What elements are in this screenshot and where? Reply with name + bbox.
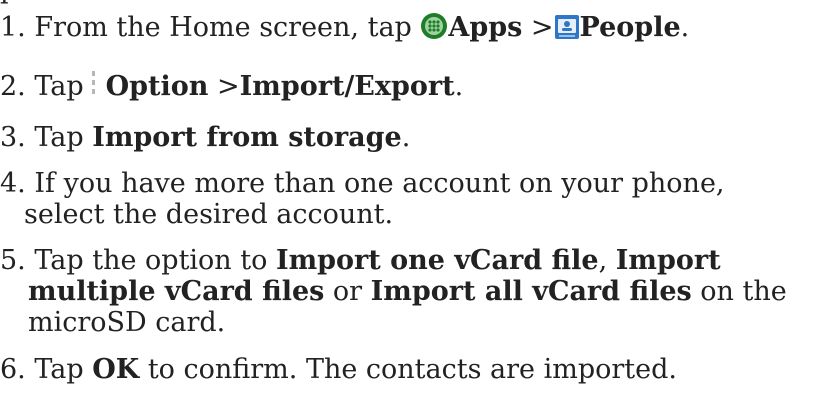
step-number: 6.	[0, 354, 26, 385]
step-text: Tap	[25, 71, 84, 102]
step-text: to confirm. The contacts are imported.	[139, 354, 677, 385]
import-contacts-steps: 1. From the Home screen, tap Apps > Peop…	[0, 0, 822, 407]
ok-label: OK	[92, 354, 140, 385]
step-text: select the desired account.	[24, 199, 394, 230]
step-number: 2.	[0, 71, 26, 102]
apps-grid-icon	[420, 12, 448, 40]
people-label: People	[579, 12, 681, 43]
step-text: Tap	[25, 354, 93, 385]
step-end: .	[401, 122, 411, 153]
step-number: 1.	[0, 12, 26, 43]
import-from-storage-label: Import from storage	[92, 122, 402, 153]
import-multiple-vcard-option-part-1: Import	[615, 245, 721, 276]
step-number: 5.	[0, 245, 26, 276]
import-export-label: Import/Export	[239, 71, 455, 102]
step-number: 3.	[0, 122, 26, 153]
option-menu-icon	[84, 69, 106, 101]
step-5-line-1: 5. Tap the option to Import one vCard fi…	[0, 245, 721, 277]
option-separator: or	[324, 276, 371, 307]
step-5-line-2: multiple vCard files or Import all vCard…	[28, 276, 787, 308]
step-text: microSD card.	[28, 307, 226, 338]
step-1: 1. From the Home screen, tap Apps > Peop…	[0, 12, 689, 44]
import-multiple-vcard-option-part-2: multiple vCard files	[28, 276, 325, 307]
step-3: 3. Tap Import from storage.	[0, 122, 410, 154]
apps-label: Apps	[448, 12, 523, 43]
step-text: If you have more than one account on you…	[25, 168, 725, 199]
step-text: Tap the option to	[25, 245, 276, 276]
step-5-line-3: microSD card.	[28, 307, 225, 339]
people-contacts-icon	[554, 14, 580, 40]
option-separator: ,	[598, 245, 616, 276]
menu-separator: >	[522, 12, 554, 43]
step-end: .	[454, 71, 464, 102]
step-text: Tap	[25, 122, 93, 153]
step-6: 6. Tap OK to confirm. The contacts are i…	[0, 354, 677, 386]
step-number: 4.	[0, 168, 26, 199]
step-2: 2. Tap Option >Import/Export.	[0, 69, 463, 103]
import-all-vcard-option: Import all vCard files	[370, 276, 692, 307]
import-one-vcard-option: Import one vCard file	[275, 245, 599, 276]
menu-separator: >	[208, 71, 240, 102]
step-end: .	[680, 12, 690, 43]
option-label: Option	[105, 71, 209, 102]
step-4-line-1: 4. If you have more than one account on …	[0, 168, 725, 200]
step-4-line-2: select the desired account.	[24, 199, 393, 231]
step-text: on the	[691, 276, 787, 307]
step-text: From the Home screen, tap	[25, 12, 421, 43]
